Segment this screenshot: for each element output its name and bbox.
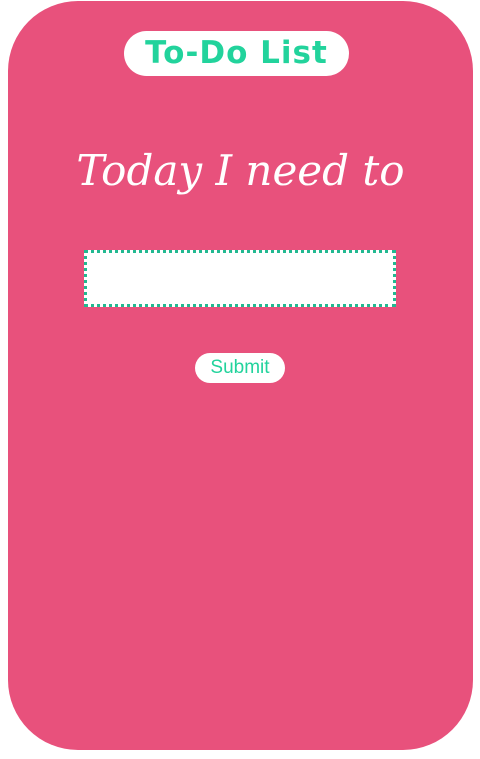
submit-button[interactable]: Submit — [195, 353, 285, 383]
prompt-heading: Today I need to — [76, 146, 405, 195]
title-badge: To-Do List — [124, 31, 349, 76]
page-title: To-Do List — [145, 35, 328, 71]
task-input[interactable] — [84, 250, 396, 307]
todo-card: To-Do List Today I need to Submit — [8, 1, 473, 750]
